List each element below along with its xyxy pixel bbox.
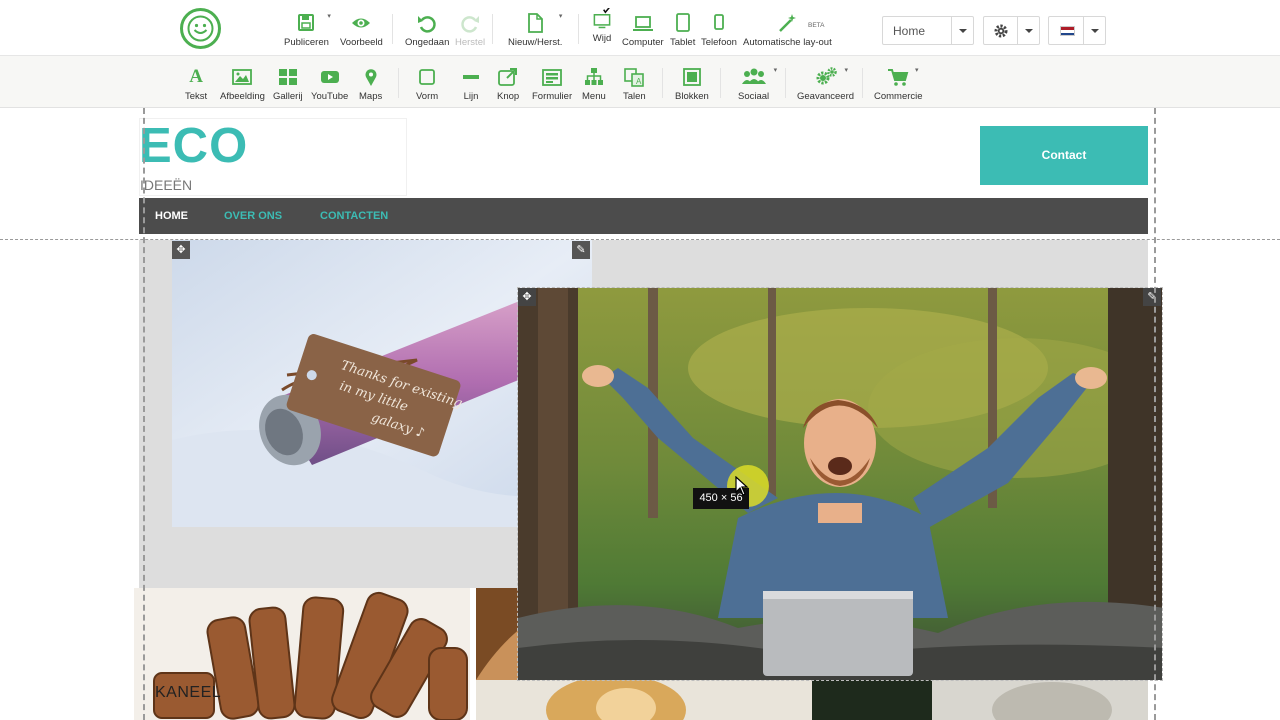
grid-guide-line bbox=[143, 108, 145, 720]
chevron-down-icon: ▾ bbox=[327, 13, 331, 20]
publish-button[interactable]: ▾ Publiceren bbox=[284, 12, 331, 48]
line-icon bbox=[463, 75, 479, 79]
partial-image[interactable] bbox=[476, 588, 521, 680]
save-icon bbox=[298, 14, 315, 31]
add-form-button[interactable]: Formulier bbox=[532, 66, 572, 102]
add-social-button[interactable]: ▾ Sociaal bbox=[738, 66, 777, 102]
chevron-down-icon: ▾ bbox=[773, 67, 778, 74]
chevron-down-icon[interactable] bbox=[951, 17, 973, 44]
add-blocks-button[interactable]: Blokken bbox=[675, 66, 709, 102]
translate-icon: A bbox=[624, 68, 645, 87]
toolbar-divider bbox=[662, 68, 663, 98]
happy-man-laptop-image[interactable] bbox=[517, 287, 1163, 681]
dog-image[interactable] bbox=[476, 680, 812, 720]
toolbar-divider bbox=[392, 14, 393, 44]
svg-text:A: A bbox=[636, 77, 642, 86]
settings-select[interactable] bbox=[983, 16, 1040, 45]
undo-button[interactable]: Ongedaan bbox=[405, 12, 449, 48]
dutch-flag-icon bbox=[1060, 26, 1075, 36]
image-caption[interactable]: KANEEL bbox=[155, 684, 221, 702]
move-handle-icon[interactable]: ✥ bbox=[518, 288, 536, 306]
tablet-icon bbox=[675, 13, 690, 32]
shape-icon bbox=[419, 69, 435, 85]
toolbar-divider bbox=[398, 68, 399, 98]
view-tablet-button[interactable]: Tablet bbox=[670, 12, 695, 48]
chevron-down-icon: ▾ bbox=[915, 67, 919, 74]
edit-pencil-icon[interactable]: ✎ bbox=[1143, 288, 1161, 306]
view-phone-button[interactable]: Telefoon bbox=[701, 12, 737, 48]
chevron-down-icon: ▾ bbox=[844, 67, 849, 74]
laptop-icon bbox=[632, 16, 653, 31]
new-page-button[interactable]: ▾ Nieuw/Herst. bbox=[508, 12, 562, 48]
mouse-cursor-icon bbox=[735, 476, 749, 496]
undo-icon bbox=[418, 16, 436, 33]
insert-toolbar: A Tekst Afbeelding Gallerij YouTube Maps… bbox=[0, 56, 1280, 108]
preview-button[interactable]: Voorbeeld bbox=[340, 12, 383, 48]
move-handle-icon[interactable]: ✥ bbox=[172, 241, 190, 259]
add-languages-button[interactable]: A Talen bbox=[623, 66, 646, 102]
nav-item-home[interactable]: HOME bbox=[155, 210, 188, 222]
blocks-icon bbox=[683, 68, 701, 86]
language-select[interactable] bbox=[1048, 16, 1106, 45]
add-line-button[interactable]: Lijn bbox=[460, 66, 482, 102]
chevron-down-icon[interactable] bbox=[1083, 17, 1105, 44]
site-brand[interactable]: ECO bbox=[139, 118, 248, 174]
view-wide-button[interactable]: Wijd bbox=[591, 8, 613, 44]
toolbar-divider bbox=[720, 68, 721, 98]
add-gallery-button[interactable]: Gallerij bbox=[273, 66, 303, 102]
page-icon bbox=[528, 13, 544, 33]
add-button-button[interactable]: Knop bbox=[497, 66, 519, 102]
eye-icon bbox=[352, 18, 371, 28]
phone-icon bbox=[714, 14, 724, 30]
add-advanced-button[interactable]: ▾ Geavanceerd bbox=[797, 66, 854, 102]
dark-photo-image[interactable] bbox=[812, 680, 1148, 720]
chevron-down-icon[interactable] bbox=[1017, 17, 1039, 44]
image-icon bbox=[232, 69, 253, 85]
menu-icon bbox=[584, 68, 603, 85]
page-select[interactable]: Home bbox=[882, 16, 974, 45]
cart-icon bbox=[888, 69, 909, 86]
redo-button[interactable]: Herstel bbox=[455, 12, 485, 48]
chevron-down-icon: ▾ bbox=[558, 13, 563, 20]
top-toolbar: ▾ Publiceren Voorbeeld Ongedaan Herstel … bbox=[0, 0, 1280, 56]
beta-badge: BETA bbox=[808, 22, 825, 29]
add-commerce-button[interactable]: ▾ Commercie bbox=[874, 66, 923, 102]
gears-icon bbox=[816, 67, 837, 85]
toolbar-divider bbox=[862, 68, 863, 98]
add-map-button[interactable]: Maps bbox=[359, 66, 382, 102]
toolbar-divider bbox=[492, 14, 493, 44]
youtube-icon bbox=[320, 71, 339, 83]
site-tagline[interactable]: IDEEËN bbox=[140, 177, 192, 193]
toolbar-divider bbox=[785, 68, 786, 98]
add-shape-button[interactable]: Vorm bbox=[416, 66, 438, 102]
map-pin-icon bbox=[365, 69, 377, 86]
site-navbar: HOME OVER ONS CONTACTEN bbox=[139, 198, 1148, 234]
edit-pencil-icon[interactable]: ✎ bbox=[572, 241, 590, 259]
form-icon bbox=[542, 69, 562, 86]
toolbar-divider bbox=[578, 14, 579, 44]
monitor-icon bbox=[593, 8, 611, 29]
redo-icon bbox=[461, 16, 480, 33]
add-youtube-button[interactable]: YouTube bbox=[311, 66, 348, 102]
gear-icon bbox=[994, 24, 1008, 38]
social-icon bbox=[741, 68, 766, 84]
button-icon bbox=[498, 68, 518, 86]
text-icon: A bbox=[189, 66, 203, 87]
section-guide-line bbox=[0, 239, 1280, 240]
nav-item-contacten[interactable]: CONTACTEN bbox=[320, 210, 388, 222]
auto-layout-button[interactable]: Automatische lay-out bbox=[743, 12, 832, 48]
smiley-logo-icon[interactable] bbox=[180, 8, 221, 49]
add-menu-button[interactable]: Menu bbox=[582, 66, 606, 102]
nav-item-over-ons[interactable]: OVER ONS bbox=[224, 210, 282, 222]
add-text-button[interactable]: A Tekst bbox=[185, 66, 207, 102]
contact-button[interactable]: Contact bbox=[980, 126, 1148, 185]
grid-guide-line bbox=[1154, 108, 1156, 720]
gallery-icon bbox=[278, 69, 297, 85]
add-image-button[interactable]: Afbeelding bbox=[220, 66, 265, 102]
magic-wand-icon bbox=[779, 14, 797, 32]
view-computer-button[interactable]: Computer bbox=[622, 12, 664, 48]
